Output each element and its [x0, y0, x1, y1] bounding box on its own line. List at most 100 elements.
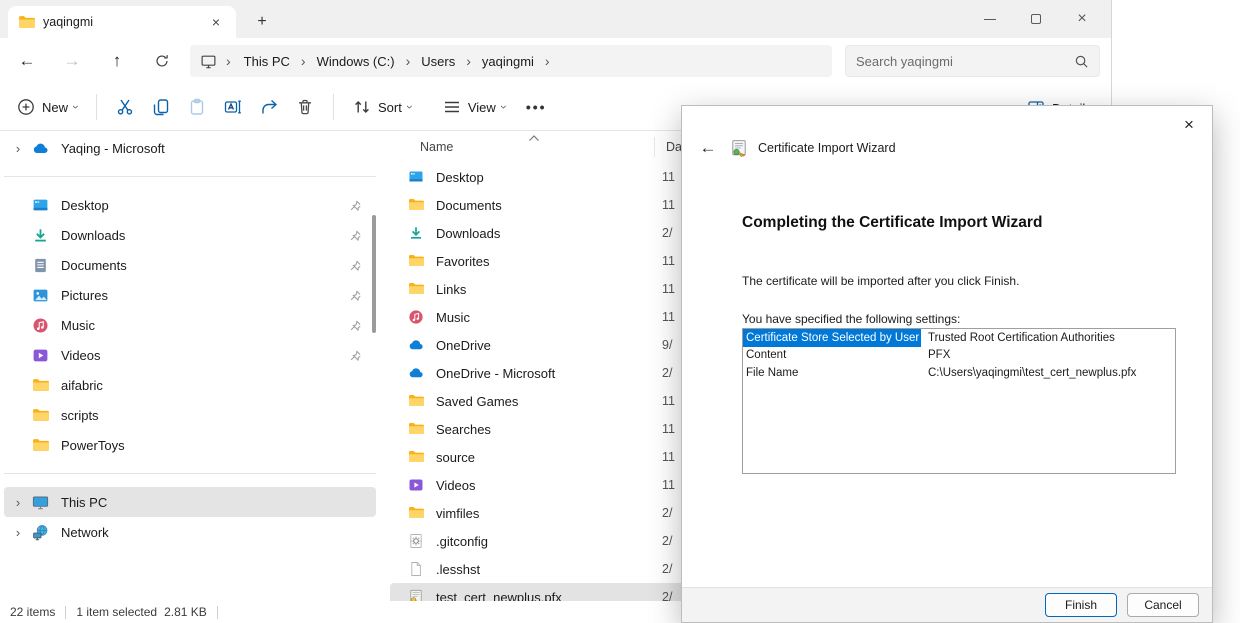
file-row[interactable]: Saved Games11: [390, 387, 692, 415]
sidebar-item-pictures[interactable]: Pictures: [4, 280, 376, 310]
sidebar-item-this-pc[interactable]: › This PC: [4, 487, 376, 517]
rename-button[interactable]: [215, 91, 251, 123]
file-row[interactable]: Links11: [390, 275, 692, 303]
certificate-icon: [408, 589, 424, 601]
copy-button[interactable]: [143, 91, 179, 123]
share-button[interactable]: [251, 91, 287, 123]
cloud-icon: [408, 365, 424, 381]
view-button[interactable]: View ›: [434, 91, 514, 123]
wizard-intro-text: The certificate will be imported after y…: [742, 274, 1019, 288]
breadcrumb-item[interactable]: Windows (C:): [309, 51, 403, 72]
status-separator: [65, 606, 66, 619]
folder-icon: [32, 377, 49, 394]
new-tab-button[interactable]: +: [250, 10, 274, 34]
maximize-button[interactable]: [1013, 0, 1059, 38]
sidebar-divider: [4, 473, 376, 474]
file-name: test_cert_newplus.pfx: [436, 590, 662, 602]
sidebar-item-aifabric[interactable]: aifabric: [4, 370, 376, 400]
cancel-button[interactable]: Cancel: [1127, 593, 1199, 617]
chevron-right-icon: ›: [298, 53, 309, 69]
copy-icon: [151, 97, 171, 117]
file-row[interactable]: source11: [390, 443, 692, 471]
dialog-back-button[interactable]: ←: [696, 138, 720, 158]
sidebar-item-yaqing-microsoft[interactable]: ›Yaqing - Microsoft: [4, 133, 376, 163]
minimize-button[interactable]: [967, 0, 1013, 38]
file-row[interactable]: Videos11: [390, 471, 692, 499]
delete-button[interactable]: [287, 91, 323, 123]
settings-table[interactable]: Certificate Store Selected by UserTruste…: [742, 328, 1176, 474]
tab-title: yaqingmi: [43, 15, 198, 29]
videos-icon: [32, 347, 49, 364]
sort-icon: [352, 97, 372, 117]
sidebar-item-music[interactable]: Music: [4, 310, 376, 340]
file-row[interactable]: OneDrive - Microsoft2/: [390, 359, 692, 387]
file-row[interactable]: Favorites11: [390, 247, 692, 275]
finish-button[interactable]: Finish: [1045, 593, 1117, 617]
file-row[interactable]: OneDrive9/: [390, 331, 692, 359]
up-button[interactable]: ↑: [99, 43, 135, 79]
file-row[interactable]: vimfiles2/: [390, 499, 692, 527]
settings-row[interactable]: ContentPFX: [743, 347, 1175, 365]
column-header-name[interactable]: Name: [390, 140, 453, 154]
forward-button[interactable]: →: [54, 43, 90, 79]
sidebar-item-videos[interactable]: Videos: [4, 340, 376, 370]
sidebar-item-scripts[interactable]: scripts: [4, 400, 376, 430]
column-separator[interactable]: [654, 137, 655, 157]
settings-row[interactable]: Certificate Store Selected by UserTruste…: [743, 329, 1175, 347]
dialog-close-button[interactable]: ×: [1174, 112, 1204, 138]
settings-label: You have specified the following setting…: [742, 312, 960, 326]
settings-key: File Name: [743, 364, 921, 382]
chevron-expand-icon[interactable]: ›: [10, 525, 26, 540]
file-name: vimfiles: [436, 506, 662, 521]
paste-icon: [187, 97, 207, 117]
sidebar-item-documents[interactable]: Documents: [4, 250, 376, 280]
sidebar-scrollbar[interactable]: [372, 215, 376, 333]
explorer-tab[interactable]: yaqingmi ×: [8, 6, 236, 38]
file-row[interactable]: test_cert_newplus.pfx2/: [390, 583, 692, 601]
chevron-expand-icon[interactable]: ›: [10, 495, 26, 510]
chevron-expand-icon[interactable]: ›: [10, 141, 26, 156]
file-row[interactable]: Documents11: [390, 191, 692, 219]
settings-value: Trusted Root Certification Authorities: [921, 332, 1115, 344]
desktop-icon: [32, 197, 49, 214]
sidebar-item-network[interactable]: ›Network: [4, 517, 376, 547]
desktop-icon: [408, 169, 424, 185]
sidebar-item-powertoys[interactable]: PowerToys: [4, 430, 376, 460]
sidebar-item-downloads[interactable]: Downloads: [4, 220, 376, 250]
selection-status: 1 item selected: [76, 605, 157, 619]
column-header-date[interactable]: Da: [666, 140, 682, 154]
breadcrumb-item[interactable]: Users: [413, 51, 463, 72]
cut-button[interactable]: [107, 91, 143, 123]
paste-button[interactable]: [179, 91, 215, 123]
sidebar-item-desktop[interactable]: Desktop: [4, 190, 376, 220]
new-button[interactable]: New ›: [8, 91, 86, 123]
tab-close-icon[interactable]: ×: [206, 12, 226, 32]
file-name: .lesshst: [436, 562, 662, 577]
more-options-button[interactable]: •••: [514, 99, 559, 115]
file-name: OneDrive - Microsoft: [436, 366, 662, 381]
address-bar: ← → ↑ › This PC›Windows (C:)›Users›yaqin…: [0, 38, 1111, 84]
file-name: source: [436, 450, 662, 465]
close-button[interactable]: ×: [1059, 0, 1105, 38]
file-row[interactable]: Desktop11: [390, 163, 692, 191]
settings-row[interactable]: File NameC:\Users\yaqingmi\test_cert_new…: [743, 364, 1175, 382]
breadcrumb-item[interactable]: This PC: [236, 51, 298, 72]
sort-button[interactable]: Sort ›: [344, 91, 420, 123]
file-row[interactable]: .gitconfig2/: [390, 527, 692, 555]
back-button[interactable]: ←: [9, 43, 45, 79]
pin-icon: [349, 319, 362, 332]
music-icon: [32, 317, 49, 334]
file-row[interactable]: Downloads2/: [390, 219, 692, 247]
pin-icon: [349, 229, 362, 242]
sidebar-divider: [4, 176, 376, 177]
file-row[interactable]: .lesshst2/: [390, 555, 692, 583]
sidebar-item-label: scripts: [61, 408, 370, 423]
file-row[interactable]: Music11: [390, 303, 692, 331]
breadcrumb-item[interactable]: yaqingmi: [474, 51, 542, 72]
file-row[interactable]: Searches11: [390, 415, 692, 443]
sidebar-item-label: This PC: [61, 495, 370, 510]
search-input[interactable]: [856, 54, 1074, 69]
search-box[interactable]: [845, 45, 1100, 77]
certificate-wizard-icon: [730, 139, 748, 157]
refresh-button[interactable]: [144, 43, 180, 79]
